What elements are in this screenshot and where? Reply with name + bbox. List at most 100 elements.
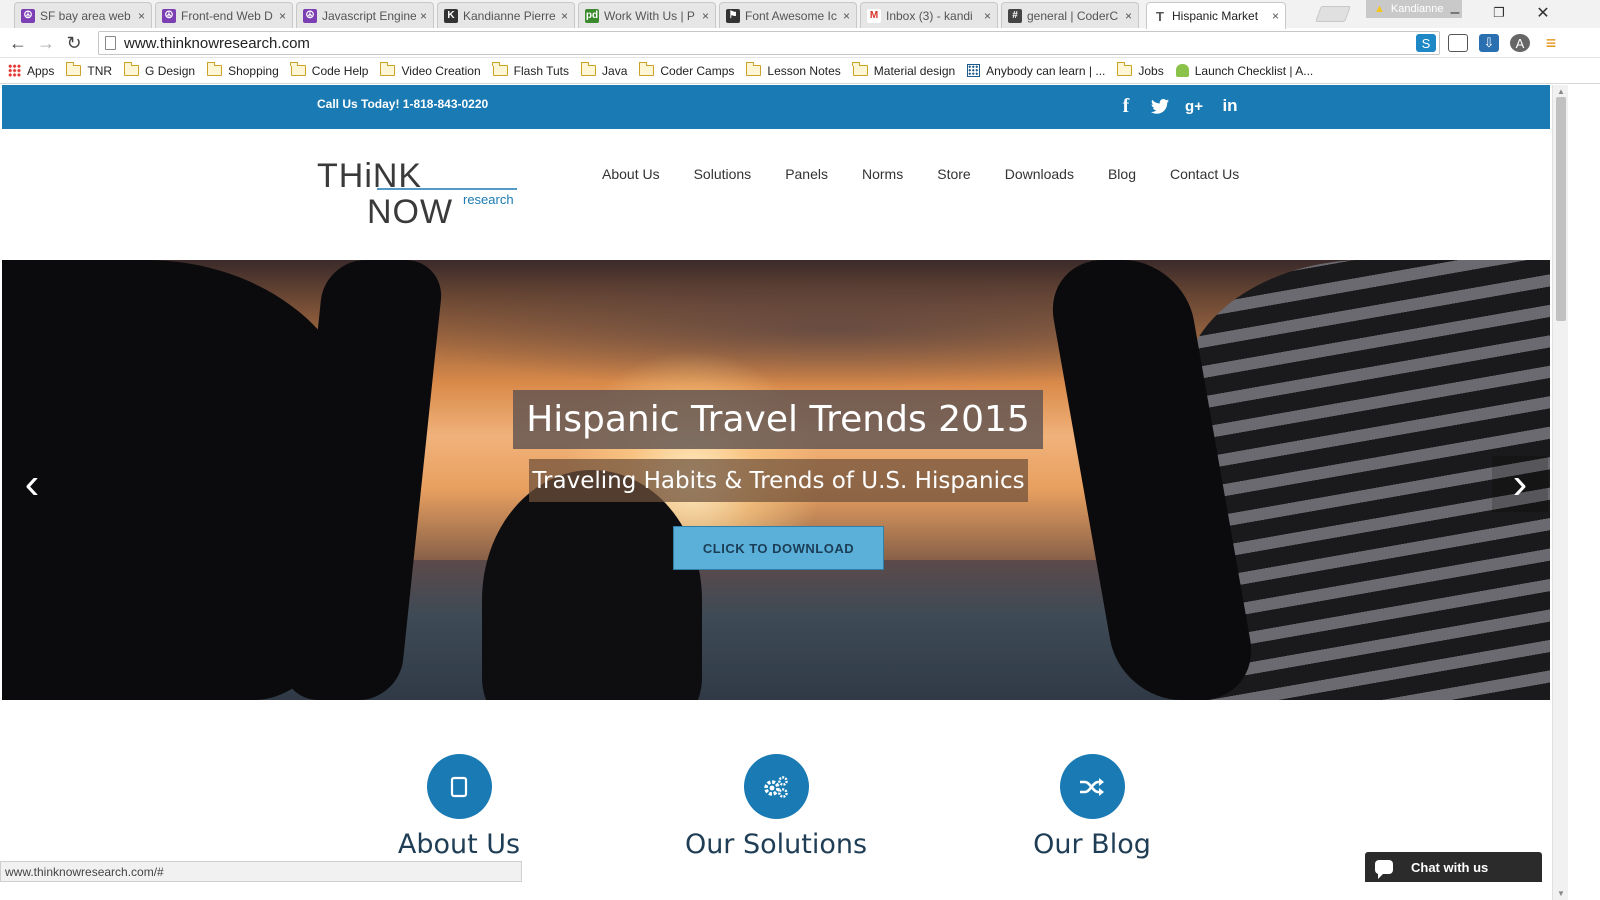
bookmark-label: Java <box>602 63 628 78</box>
reload-icon[interactable]: ↻ <box>62 32 86 54</box>
page-scrollbar[interactable]: ▲ ▼ <box>1552 85 1568 900</box>
nav-norms[interactable]: Norms <box>862 166 903 182</box>
nav-about-us[interactable]: About Us <box>602 166 660 182</box>
browser-tab[interactable]: ⚑ Font Awesome Ic × <box>719 2 857 28</box>
bookmark-folder[interactable]: Jobs <box>1116 62 1164 78</box>
feature-title[interactable]: About Us <box>329 829 589 860</box>
slider-prev-arrow[interactable]: ‹ <box>4 456 60 512</box>
download-button[interactable]: CLICK TO DOWNLOAD <box>673 526 884 570</box>
close-icon[interactable]: × <box>279 9 286 23</box>
peace-icon: ☮ <box>303 8 317 23</box>
nav-store[interactable]: Store <box>937 166 970 182</box>
browser-toolbar: ← → ↻ www.thinknowresearch.com ☆ S ⇩ A ≡ <box>0 28 1600 58</box>
browser-tab[interactable]: pd Work With Us | P × <box>578 2 716 28</box>
extension-s-icon[interactable]: S <box>1416 34 1436 52</box>
bookmark-label: Code Help <box>311 63 369 78</box>
phone-number[interactable]: Call Us Today! 1-818-843-0220 <box>317 97 488 111</box>
bookmark-folder[interactable]: Code Help <box>290 62 369 78</box>
feature-title[interactable]: Our Solutions <box>646 829 906 860</box>
close-icon[interactable]: × <box>420 9 427 23</box>
scroll-up-icon[interactable]: ▲ <box>1556 87 1566 96</box>
back-icon[interactable]: ← <box>6 32 30 54</box>
bookmark-folder[interactable]: TNR <box>65 62 112 78</box>
facebook-icon[interactable]: f <box>1114 95 1138 117</box>
close-icon[interactable]: × <box>561 9 568 23</box>
close-icon[interactable]: × <box>984 9 991 23</box>
restore-icon[interactable]: ❐ <box>1484 3 1514 23</box>
feature-title[interactable]: Our Blog <box>962 829 1222 860</box>
browser-tab[interactable]: # general | CoderC × <box>1001 2 1139 28</box>
bookmark-folder[interactable]: Lesson Notes <box>745 62 841 78</box>
bookmark-folder[interactable]: Coder Camps <box>638 62 734 78</box>
bookmark-item[interactable]: Anybody can learn | ... <box>967 64 1105 78</box>
pd-icon: pd <box>585 8 599 23</box>
browser-tab[interactable]: ☮ Javascript Engine × <box>296 2 434 28</box>
bookmark-item[interactable]: Launch Checklist | A... <box>1175 64 1313 78</box>
folder-icon <box>123 62 140 76</box>
close-icon[interactable]: × <box>138 9 145 23</box>
google-plus-icon[interactable]: g+ <box>1182 95 1206 117</box>
tab-label: Hispanic Market <box>1172 9 1259 23</box>
minimize-icon[interactable]: – <box>1440 3 1470 23</box>
profile-name: Kandianne <box>1390 3 1444 15</box>
bookmark-folder[interactable]: Java <box>580 62 628 78</box>
bookmark-folder[interactable]: Material design <box>852 62 955 78</box>
scrollbar-thumb[interactable] <box>1556 97 1566 321</box>
browser-tab[interactable]: K Kandianne Pierre × <box>437 2 575 28</box>
menu-icon[interactable]: ≡ <box>1541 33 1561 53</box>
gears-icon <box>764 775 788 798</box>
folder-icon <box>745 62 762 76</box>
feature-about-us[interactable]: About Us <box>329 754 589 860</box>
feature-our-blog[interactable]: Our Blog <box>962 754 1222 860</box>
nav-contact-us[interactable]: Contact Us <box>1170 166 1239 182</box>
nav-blog[interactable]: Blog <box>1108 166 1136 182</box>
browser-tab[interactable]: ☮ Front-end Web D × <box>155 2 293 28</box>
feature-circle[interactable] <box>1059 754 1125 819</box>
extension-download-icon[interactable]: ⇩ <box>1479 34 1499 52</box>
close-icon[interactable]: × <box>843 9 850 23</box>
extension-a-icon[interactable]: A <box>1510 34 1530 52</box>
browser-tab[interactable]: ☮ SF bay area web × <box>14 2 152 28</box>
close-icon[interactable]: × <box>1125 9 1132 23</box>
bookmark-folder[interactable]: Video Creation <box>379 62 481 78</box>
logo-tag: research <box>463 192 514 207</box>
slider-next-arrow[interactable]: › <box>1492 456 1548 512</box>
close-icon[interactable]: × <box>1272 9 1279 23</box>
flag-icon: ⚑ <box>726 8 740 23</box>
tab-label: Work With Us | P <box>604 8 695 23</box>
feature-our-solutions[interactable]: Our Solutions <box>646 754 906 860</box>
feature-circle[interactable] <box>426 754 492 819</box>
forward-icon[interactable]: → <box>34 32 58 54</box>
browser-tab-active[interactable]: T Hispanic Market × <box>1146 2 1286 29</box>
bookmark-folder[interactable]: Shopping <box>206 62 279 78</box>
close-window-icon[interactable]: ✕ <box>1528 3 1558 23</box>
scroll-down-icon[interactable]: ▼ <box>1556 889 1566 898</box>
bookmark-label: Anybody can learn | ... <box>986 63 1106 78</box>
main-nav: About Us Solutions Panels Norms Store Do… <box>602 166 1273 182</box>
nav-solutions[interactable]: Solutions <box>694 166 752 182</box>
chat-widget[interactable]: Chat with us <box>1365 852 1542 882</box>
close-icon[interactable]: × <box>702 9 709 23</box>
folder-icon <box>65 62 82 76</box>
new-tab-button[interactable] <box>1315 6 1351 22</box>
folder-icon <box>492 62 508 76</box>
bookmark-folder[interactable]: G Design <box>123 62 195 78</box>
nav-downloads[interactable]: Downloads <box>1005 166 1074 182</box>
shuffle-icon <box>1080 777 1104 796</box>
address-bar[interactable]: www.thinknowresearch.com ☆ <box>98 31 1440 55</box>
grid-icon <box>967 64 981 77</box>
bookmark-item[interactable]: Apps <box>8 64 54 78</box>
linkedin-icon[interactable]: in <box>1218 95 1242 117</box>
browser-tab[interactable]: M Inbox (3) - kandi × <box>860 2 998 28</box>
hero-slider: ‹ › Hispanic Travel Trends 2015 Travelin… <box>2 260 1550 700</box>
hash-icon: # <box>1008 8 1022 23</box>
twitter-icon[interactable] <box>1148 95 1172 117</box>
cast-icon[interactable] <box>1448 34 1468 52</box>
thinknow-logo[interactable]: THiNK NOW research <box>317 157 522 231</box>
feature-circle[interactable] <box>743 754 809 819</box>
nav-panels[interactable]: Panels <box>785 166 828 182</box>
hero-subtitle: Traveling Habits & Trends of U.S. Hispan… <box>529 459 1028 502</box>
bookmark-folder[interactable]: Flash Tuts <box>492 62 569 78</box>
folder-icon <box>379 62 396 76</box>
window-edge <box>1568 85 1600 900</box>
